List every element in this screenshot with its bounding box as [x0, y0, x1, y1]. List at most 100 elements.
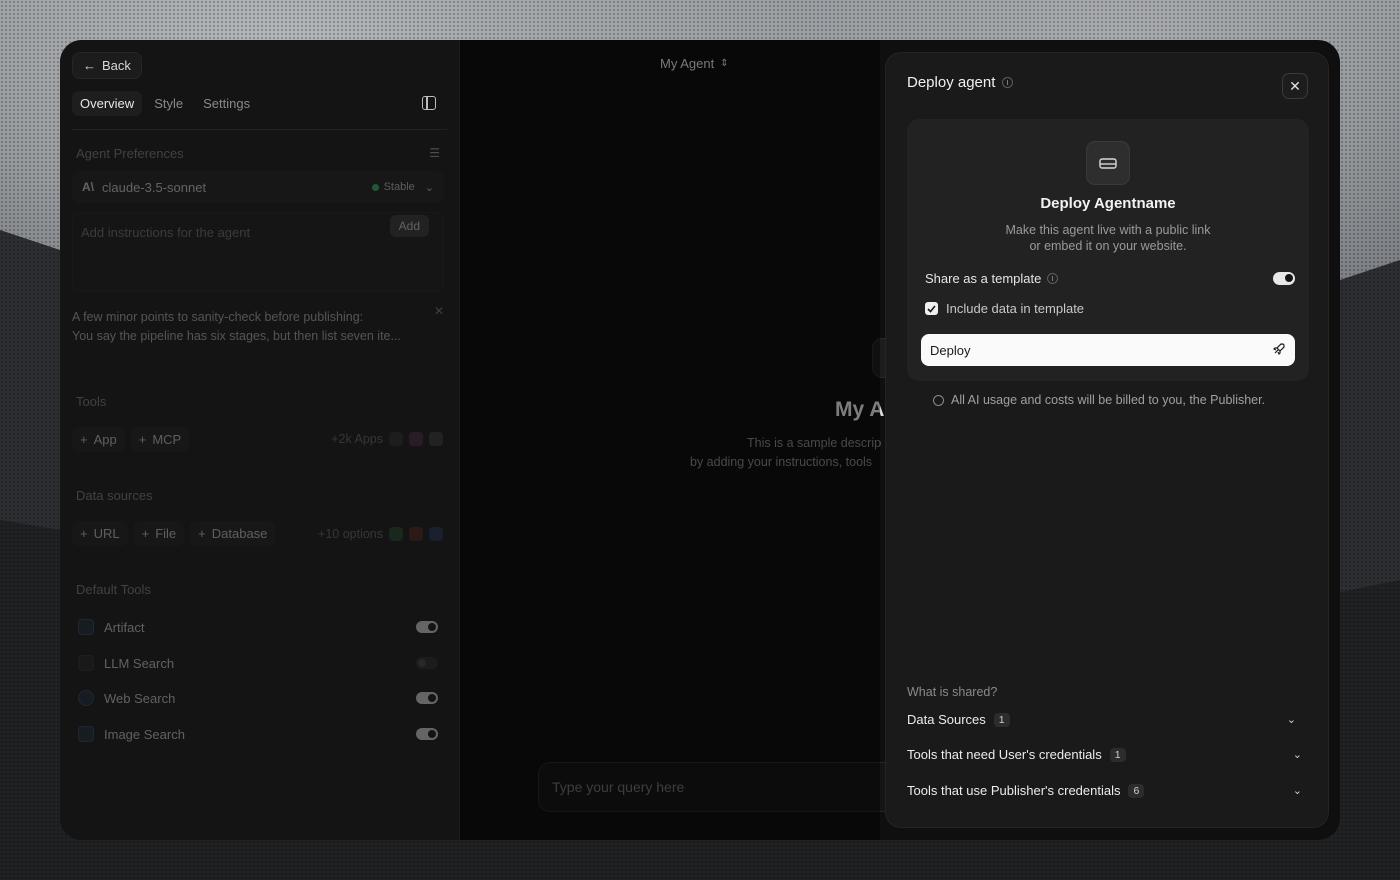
plus-icon: +: [138, 432, 147, 447]
default-tool-row: Image Search: [78, 723, 438, 745]
notion-icon: [429, 432, 443, 446]
share-template-toggle[interactable]: [1273, 272, 1295, 285]
include-data-label: Include data in template: [946, 301, 1085, 316]
count-badge: 1: [1109, 747, 1126, 762]
add-button[interactable]: Add: [389, 215, 429, 237]
close-icon[interactable]: ✕: [434, 302, 444, 321]
chip-label: URL: [93, 526, 120, 541]
tool-label: Artifact: [104, 619, 145, 635]
anthropic-icon: A\: [82, 180, 94, 194]
tab-style[interactable]: Style: [146, 91, 191, 116]
close-button[interactable]: ✕: [1282, 73, 1308, 99]
note-line: You say the pipeline has six stages, but…: [72, 329, 401, 343]
sidebar: ← Back Overview Style Settings Agent Pre…: [60, 40, 460, 840]
instructions-placeholder: Add instructions for the agent: [81, 225, 251, 240]
back-label: Back: [102, 58, 131, 73]
db-icon: [409, 527, 423, 541]
info-icon[interactable]: [1002, 77, 1014, 88]
desc-line: Make this agent live with a public link: [1005, 223, 1211, 237]
chevron-down-icon: ⌄: [1292, 785, 1302, 797]
accordion-label: Tools that use Publisher's credentials: [907, 783, 1121, 798]
deploy-label: Deploy: [930, 342, 971, 358]
card-description: Make this agent live with a public link …: [907, 222, 1309, 254]
plus-icon: +: [80, 526, 88, 541]
share-template-row: Share as a template: [925, 271, 1295, 286]
deploy-button[interactable]: Deploy: [921, 334, 1295, 366]
more-data-options[interactable]: +10 options: [318, 527, 443, 541]
chip-label: MCP: [152, 432, 182, 447]
add-mcp-button[interactable]: + MCP: [130, 427, 190, 452]
default-tool-row: Artifact: [78, 616, 438, 638]
chip-label: App: [93, 432, 117, 447]
chip-label: File: [155, 526, 177, 541]
back-button[interactable]: ← Back: [72, 52, 142, 79]
include-data-checkbox[interactable]: [925, 302, 938, 315]
default-tool-row: LLM Search: [78, 652, 438, 674]
tab-settings[interactable]: Settings: [195, 91, 258, 116]
status-label: Stable: [383, 181, 415, 193]
arrow-left-icon: ←: [83, 58, 96, 73]
chevron-down-icon: ⌄: [424, 181, 434, 194]
deploy-panel: Deploy agent ✕ Deploy Agentname Make thi…: [885, 52, 1329, 828]
accordion-publisher-credentials[interactable]: Tools that use Publisher's credentials 6…: [907, 783, 1302, 798]
data-chips: + URL + File + Database: [72, 521, 276, 546]
chevron-down-icon: ⌄: [1286, 714, 1296, 726]
note-line: A few minor points to sanity-check befor…: [72, 310, 364, 324]
plus-icon: +: [141, 526, 150, 541]
accordion-label: Data Sources: [907, 712, 986, 727]
more-options-label: +10 options: [318, 527, 383, 541]
count-badge: 1: [993, 712, 1010, 727]
model-name: claude-3.5-sonnet: [102, 179, 207, 195]
more-apps[interactable]: +2k Apps: [331, 432, 443, 446]
app-window: ← Back Overview Style Settings Agent Pre…: [60, 40, 1340, 840]
collapse-panel-icon[interactable]: [422, 96, 436, 110]
model-selector[interactable]: A\ claude-3.5-sonnet Stable ⌄: [72, 171, 444, 203]
preferences-title: Agent Preferences: [76, 146, 184, 161]
billing-text: All AI usage and costs will be billed to…: [951, 393, 1266, 407]
review-note: A few minor points to sanity-check befor…: [72, 304, 444, 346]
more-apps-label: +2k Apps: [331, 432, 383, 446]
desc-line: or embed it on your website.: [1029, 239, 1187, 253]
share-label: Share as a template: [925, 271, 1042, 286]
tool-toggle[interactable]: [416, 657, 438, 669]
billing-note: All AI usage and costs will be billed to…: [933, 393, 1265, 407]
data-sources-title: Data sources: [76, 488, 153, 503]
cloud-icon: [429, 527, 443, 541]
globe-icon: [78, 690, 94, 706]
hard-drive-icon: [1086, 141, 1130, 185]
tool-toggle[interactable]: [416, 621, 438, 633]
add-url-button[interactable]: + URL: [72, 521, 128, 546]
accordion-label: Tools that need User's credentials: [907, 747, 1102, 762]
include-data-row: Include data in template: [925, 301, 1084, 316]
info-icon[interactable]: [1047, 273, 1059, 284]
add-database-button[interactable]: + Database: [190, 521, 276, 546]
status-dot-icon: [371, 183, 379, 191]
dollar-icon: [933, 394, 944, 406]
divider: [72, 129, 447, 130]
tool-toggle[interactable]: [416, 728, 438, 740]
tab-overview[interactable]: Overview: [72, 91, 143, 116]
count-badge: 6: [1128, 783, 1145, 798]
add-app-button[interactable]: + App: [72, 427, 125, 452]
status-badge: Stable ⌄: [371, 181, 434, 194]
add-file-button[interactable]: + File: [133, 521, 185, 546]
close-icon: ✕: [1289, 77, 1301, 94]
plus-icon: +: [80, 432, 88, 447]
default-tool-row: Web Search: [78, 687, 438, 709]
sliders-icon[interactable]: ☰: [429, 146, 440, 160]
search-icon: [78, 655, 94, 671]
plus-icon: +: [198, 526, 206, 541]
artifact-icon: [78, 619, 94, 635]
chip-label: Database: [211, 526, 268, 541]
dim-overlay: [460, 40, 880, 840]
accordion-user-credentials[interactable]: Tools that need User's credentials 1 ⌄: [907, 747, 1302, 762]
deploy-panel-title: Deploy agent: [907, 74, 1014, 91]
tool-toggle[interactable]: [416, 692, 438, 704]
sidebar-tabs: Overview Style Settings: [72, 91, 258, 116]
accordion-data-sources[interactable]: Data Sources 1 ⌄: [907, 712, 1296, 727]
instructions-input[interactable]: Add instructions for the agent Add: [72, 212, 444, 292]
shared-title: What is shared?: [907, 685, 998, 699]
tool-label: Web Search: [104, 690, 176, 706]
tool-label: LLM Search: [104, 655, 175, 671]
github-icon: [389, 432, 403, 446]
